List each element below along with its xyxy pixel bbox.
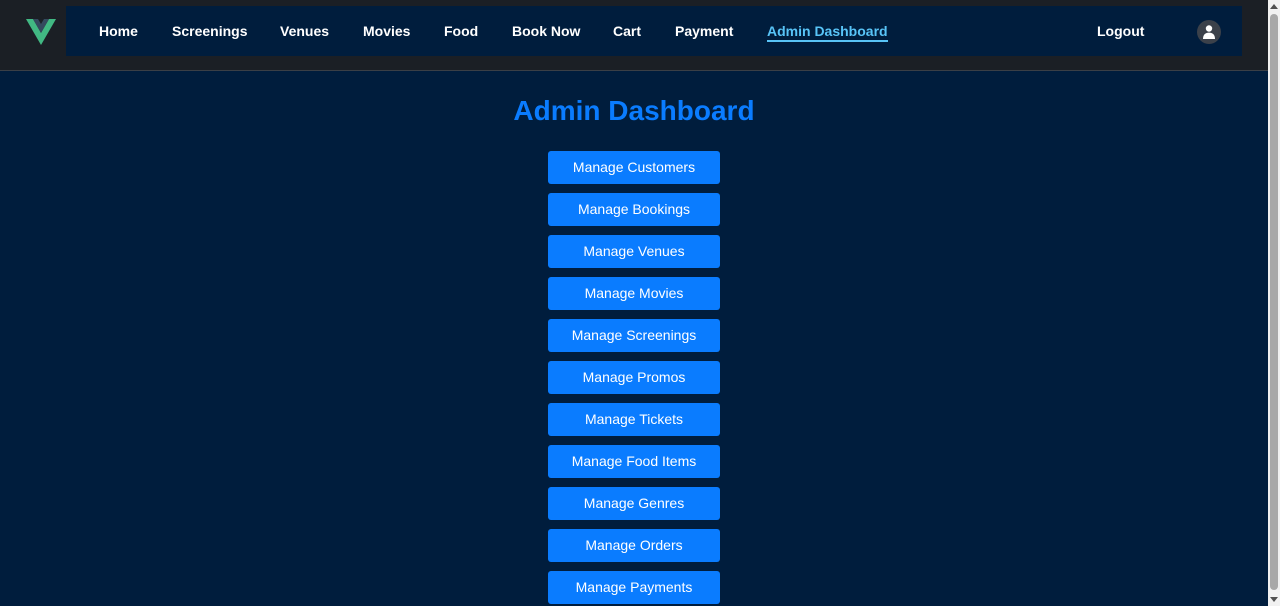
manage-promos-button[interactable]: Manage Promos xyxy=(548,361,720,394)
user-avatar-button[interactable] xyxy=(1197,20,1221,44)
logout-link[interactable]: Logout xyxy=(1097,23,1144,39)
manage-payments-button[interactable]: Manage Payments xyxy=(548,571,720,604)
manage-orders-button[interactable]: Manage Orders xyxy=(548,529,720,562)
nav-screenings-link[interactable]: Screenings xyxy=(172,23,247,39)
manage-screenings-button[interactable]: Manage Screenings xyxy=(548,319,720,352)
scroll-down-arrow-icon[interactable] xyxy=(1270,597,1278,602)
vue-logo-icon[interactable] xyxy=(26,17,56,47)
main-navbar: Home Screenings Venues Movies Food Book … xyxy=(66,6,1242,56)
manage-food-items-button[interactable]: Manage Food Items xyxy=(548,445,720,478)
top-bar: Home Screenings Venues Movies Food Book … xyxy=(0,0,1268,71)
nav-cart-link[interactable]: Cart xyxy=(613,23,641,39)
nav-movies-link[interactable]: Movies xyxy=(363,23,410,39)
admin-actions-list: Manage Customers Manage Bookings Manage … xyxy=(548,151,720,604)
nav-book-now-link[interactable]: Book Now xyxy=(512,23,580,39)
nav-payment-link[interactable]: Payment xyxy=(675,23,733,39)
page-title: Admin Dashboard xyxy=(513,95,755,126)
manage-genres-button[interactable]: Manage Genres xyxy=(548,487,720,520)
nav-home-link[interactable]: Home xyxy=(99,23,138,39)
page-scrollbar[interactable] xyxy=(1268,0,1280,606)
manage-bookings-button[interactable]: Manage Bookings xyxy=(548,193,720,226)
manage-tickets-button[interactable]: Manage Tickets xyxy=(548,403,720,436)
manage-customers-button[interactable]: Manage Customers xyxy=(548,151,720,184)
scroll-up-arrow-icon[interactable] xyxy=(1270,4,1278,9)
user-icon xyxy=(1203,25,1215,39)
scrollbar-thumb[interactable] xyxy=(1270,14,1278,590)
manage-venues-button[interactable]: Manage Venues xyxy=(548,235,720,268)
nav-admin-dashboard-link[interactable]: Admin Dashboard xyxy=(767,23,888,42)
manage-movies-button[interactable]: Manage Movies xyxy=(548,277,720,310)
nav-food-link[interactable]: Food xyxy=(444,23,478,39)
nav-venues-link[interactable]: Venues xyxy=(280,23,329,39)
